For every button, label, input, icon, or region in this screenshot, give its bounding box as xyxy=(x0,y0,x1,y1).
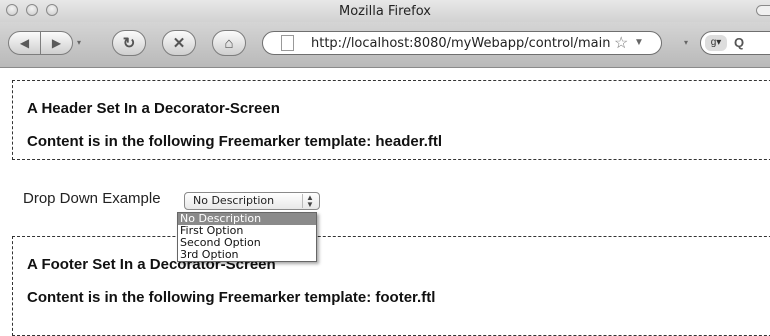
footer-content-text: Content is in the following Freemarker t… xyxy=(27,289,436,306)
forward-icon: ▶ xyxy=(51,36,62,50)
back-button[interactable]: ◀ xyxy=(8,31,41,55)
url-dropdown-icon[interactable]: ▼ xyxy=(634,37,644,48)
home-icon: ⌂ xyxy=(224,34,234,52)
separator-arrow-icon: ▾ xyxy=(684,38,689,47)
dropdown-options-list: No Description First Option Second Optio… xyxy=(177,212,317,262)
dropdown-option[interactable]: 3rd Option xyxy=(178,249,316,261)
header-section: A Header Set In a Decorator-Screen Conte… xyxy=(12,80,770,160)
page-icon xyxy=(281,35,294,51)
history-dropdown-icon[interactable]: ▾ xyxy=(77,38,81,47)
page-content: A Header Set In a Decorator-Screen Conte… xyxy=(0,68,770,336)
stop-button[interactable]: ✕ xyxy=(162,30,196,56)
header-title: A Header Set In a Decorator-Screen xyxy=(27,100,280,117)
navigation-toolbar: ◀ ▶ ▾ ↻ ✕ ⌂ http://localhost:8080/myWeba… xyxy=(0,22,770,68)
footer-section: A Footer Set In a Decorator-Screen Conte… xyxy=(12,236,770,336)
dropdown-label: Drop Down Example xyxy=(23,190,161,207)
url-bar[interactable]: http://localhost:8080/myWebapp/control/m… xyxy=(262,31,662,55)
toolbar-toggle-icon[interactable] xyxy=(756,5,770,16)
back-icon: ◀ xyxy=(19,36,30,50)
dropdown-select[interactable]: No Description ▲ ▼ xyxy=(184,192,320,210)
stop-icon: ✕ xyxy=(172,35,186,52)
reload-icon: ↻ xyxy=(122,35,136,52)
dropdown-selected-value: No Description xyxy=(193,194,275,207)
reload-button[interactable]: ↻ xyxy=(112,30,146,56)
magnifier-icon: Q xyxy=(734,35,745,50)
url-text[interactable]: http://localhost:8080/myWebapp/control/m… xyxy=(311,36,611,51)
header-content-text: Content is in the following Freemarker t… xyxy=(27,133,443,150)
home-button[interactable]: ⌂ xyxy=(212,30,246,56)
window-title: Mozilla Firefox xyxy=(339,4,431,19)
search-box[interactable]: g▾ Q xyxy=(700,31,770,55)
bookmark-star-icon[interactable]: ☆ xyxy=(614,33,628,53)
google-icon[interactable]: g▾ xyxy=(705,35,727,51)
select-arrows-icon: ▲ ▼ xyxy=(302,194,317,209)
forward-button[interactable]: ▶ xyxy=(40,31,73,55)
window-titlebar: Mozilla Firefox xyxy=(0,0,770,22)
